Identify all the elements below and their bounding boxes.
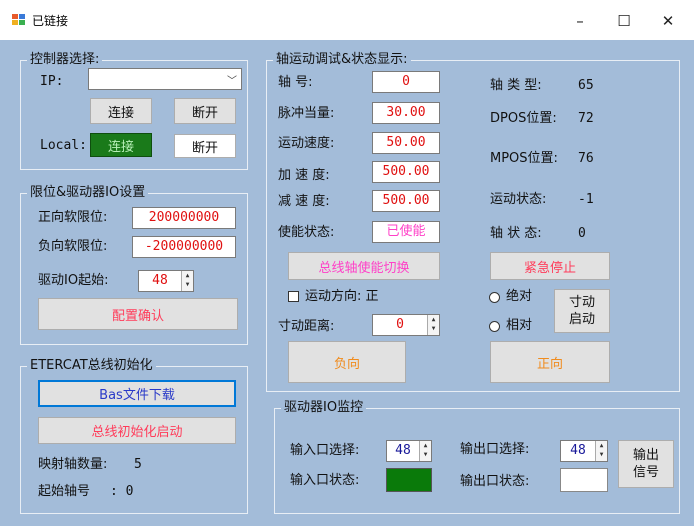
mpos-value: 76 [578,151,594,166]
jog-distance-value: 0 [396,317,404,332]
estop-button[interactable]: 紧急停止 [490,252,610,280]
io-start-stepper[interactable]: 48 ▲ ▼ [138,270,194,292]
bus-enable-toggle-button[interactable]: 总线轴使能切换 [288,252,440,280]
mpos-label: MPOS位置: [490,151,558,166]
ip-combo[interactable]: ﹀ [88,68,242,90]
pulse-input[interactable]: 30.00 [372,102,440,124]
spin-arrows-icon[interactable]: ▲ ▼ [595,441,607,461]
output-signal-line1: 输出 [632,448,659,463]
speed-input[interactable]: 50.00 [372,132,440,154]
direction-label: 运动方向: 正 [305,289,379,304]
output-state-indicator [560,468,608,492]
start-axis-value: : 0 [110,484,134,499]
axis-type-value: 65 [578,78,594,93]
jog-distance-stepper[interactable]: 0 ▲ ▼ [372,314,440,336]
axis-no-input[interactable]: 0 [372,71,440,93]
local-connect-button[interactable]: 连接 [90,133,152,157]
client-area: 控制器选择: IP: ﹀ 连接 断开 Local: 连接 断开 限位&驱动器IO… [0,40,694,526]
ip-label: IP: [40,74,64,89]
io-start-value: 48 [152,273,168,288]
axis-no-label: 轴 号: [278,75,313,90]
absolute-label: 绝对 [506,289,533,304]
jog-start-button[interactable]: 寸动 启动 [554,289,610,333]
input-select-label: 输入口选择: [290,443,360,458]
motion-state-label: 运动状态: [490,192,547,207]
local-disconnect-button[interactable]: 断开 [174,134,236,158]
motion-state-value: -1 [578,192,594,207]
io-start-label: 驱动IO起始: [38,273,109,288]
output-state-label: 输出口状态: [460,474,530,489]
output-select-stepper[interactable]: 48 ▲ ▼ [560,440,608,462]
direction-checkbox[interactable] [288,291,299,302]
spin-arrows-icon[interactable]: ▲ ▼ [181,271,193,291]
app-icon [12,14,25,25]
jog-start-line2: 启动 [568,312,595,327]
speed-label: 运动速度: [278,136,335,151]
fwd-limit-label: 正向软限位: [38,210,108,225]
connect-button[interactable]: 连接 [90,98,152,124]
output-signal-button[interactable]: 输出 信号 [618,440,674,488]
limits-group-title: 限位&驱动器IO设置 [27,185,149,201]
ethercat-group-title: ETERCAT总线初始化 [27,358,156,374]
absolute-radio[interactable] [489,292,500,303]
jog-start-line1: 寸动 [568,295,595,310]
maximize-button[interactable]: ☐ [604,8,644,34]
spin-arrows-icon[interactable]: ▲ ▼ [427,315,439,335]
axis-state-value: 0 [578,226,586,241]
decel-label: 减 速 度: [278,194,330,209]
rev-limit-label: 负向软限位: [38,239,108,254]
axis-group-title: 轴运动调试&状态显示: [273,52,411,68]
positive-jog-button[interactable]: 正向 [490,341,610,383]
axis-count-value: 5 [134,457,142,472]
window-title: 已链接 [32,14,69,28]
output-select-value: 48 [570,443,586,458]
enable-status-box: 已使能 [372,221,440,243]
output-select-label: 输出口选择: [460,442,530,457]
spin-arrows-icon[interactable]: ▲ ▼ [419,441,431,461]
dpos-value: 72 [578,111,594,126]
pulse-label: 脉冲当量: [278,106,335,121]
input-state-label: 输入口状态: [290,473,360,488]
local-label: Local: [40,138,87,153]
accel-input[interactable]: 500.00 [372,161,440,183]
accel-label: 加 速 度: [278,168,330,183]
decel-input[interactable]: 500.00 [372,190,440,212]
driver-io-group-title: 驱动器IO监控 [281,400,367,416]
input-state-indicator [386,468,432,492]
input-select-stepper[interactable]: 48 ▲ ▼ [386,440,432,462]
relative-radio[interactable] [489,321,500,332]
negative-jog-button[interactable]: 负向 [288,341,406,383]
axis-type-label: 轴 类 型: [490,78,542,93]
disconnect-button[interactable]: 断开 [174,98,236,124]
axis-state-label: 轴 状 态: [490,226,542,241]
bas-download-button[interactable]: Bas文件下载 [38,380,236,407]
rev-limit-input[interactable]: -200000000 [132,236,236,258]
jog-distance-label: 寸动距离: [278,319,335,334]
enable-label: 使能状态: [278,225,335,240]
fwd-limit-input[interactable]: 200000000 [132,207,236,229]
axis-count-label: 映射轴数量: [38,457,108,472]
chevron-down-icon: ﹀ [227,76,237,87]
bus-init-button[interactable]: 总线初始化启动 [38,417,236,444]
relative-label: 相对 [506,318,533,333]
close-button[interactable]: ✕ [648,8,688,34]
config-confirm-button[interactable]: 配置确认 [38,298,238,330]
dpos-label: DPOS位置: [490,111,557,126]
start-axis-label: 起始轴号 [38,484,91,499]
output-signal-line2: 信号 [632,465,659,480]
controller-group-title: 控制器选择: [27,52,103,68]
minimize-button[interactable]: – [560,8,600,34]
title-bar: 已链接 – ☐ ✕ [0,0,694,40]
input-select-value: 48 [395,443,411,458]
